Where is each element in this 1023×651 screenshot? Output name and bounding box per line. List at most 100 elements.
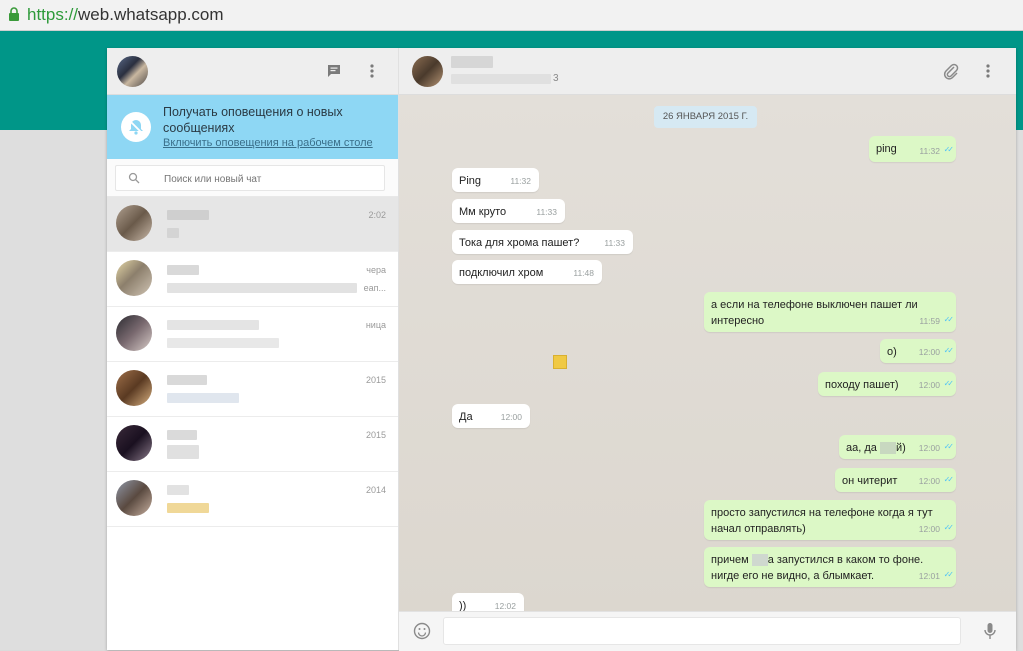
date-chip: 26 ЯНВАРЯ 2015 Г.	[654, 106, 757, 128]
message-text: а если на телефоне выключен пашет ли инт…	[711, 299, 918, 327]
message-input[interactable]	[443, 617, 961, 645]
composer	[399, 611, 1016, 651]
avatar	[116, 315, 152, 351]
message-incoming[interactable]: Мм круто 11:33	[452, 199, 565, 223]
message-time: 11:59	[919, 316, 940, 326]
message-outgoing[interactable]: походу пашет) 12:00 ✓✓	[818, 372, 956, 396]
message-time: 11:32	[919, 146, 940, 156]
contact-name-redacted	[167, 320, 259, 330]
snippet-redacted	[167, 445, 199, 459]
emoji-icon[interactable]	[413, 622, 431, 640]
browser-url-bar[interactable]: https://web.whatsapp.com	[0, 0, 1023, 31]
contact-name-redacted	[167, 375, 207, 385]
message-time: 12:00	[918, 524, 940, 534]
message-outgoing[interactable]: о) 12:00 ✓✓	[880, 339, 956, 363]
contact-avatar[interactable]	[412, 56, 443, 87]
message-text: Тока для хрома пашет?	[459, 237, 580, 249]
url-text[interactable]: https://web.whatsapp.com	[27, 5, 224, 25]
message-text: Мм круто	[459, 206, 507, 218]
avatar	[116, 205, 152, 241]
message-text: он читерит	[842, 475, 898, 487]
snippet-redacted	[167, 503, 209, 513]
message-outgoing[interactable]: он читерит 12:00 ✓✓	[835, 468, 956, 492]
read-ticks-icon: ✓✓	[943, 442, 955, 451]
microphone-icon[interactable]	[983, 622, 997, 640]
chat-snippet: еап...	[363, 283, 386, 293]
chat-item[interactable]: 2015	[107, 362, 398, 417]
redacted-text	[751, 554, 768, 567]
message-time: 12:00	[918, 347, 940, 357]
url-scheme: https://	[27, 5, 79, 24]
message-text: о)	[887, 346, 897, 358]
contact-name-redacted	[167, 430, 197, 440]
read-ticks-icon: ✓✓	[943, 145, 955, 154]
message-incoming[interactable]: Ping 11:32	[452, 168, 539, 192]
chat-item[interactable]: ница	[107, 307, 398, 362]
message-time: 12:00	[918, 476, 940, 486]
my-avatar[interactable]	[117, 56, 148, 87]
notification-title: Получать оповещения о новых сообщениях	[163, 105, 343, 135]
notification-banner: Получать оповещения о новых сообщениях В…	[107, 95, 398, 159]
contact-name-redacted	[167, 485, 189, 495]
conversation-pane: 3 26 ЯНВАРЯ 2015 Г. ping 11:32 ✓✓ Ping 1…	[399, 48, 1016, 651]
message-text: Да	[459, 411, 473, 423]
message-text-part: аа, да	[846, 442, 880, 454]
message-time: 11:48	[573, 268, 594, 278]
attach-icon[interactable]	[942, 62, 960, 80]
chat-time: 2:02	[368, 210, 386, 220]
message-time: 12:00	[500, 412, 522, 422]
enable-notifications-link[interactable]: Включить оповещения на рабочем столе	[163, 137, 373, 149]
left-pane: Получать оповещения о новых сообщениях В…	[107, 48, 399, 650]
snippet-redacted	[167, 393, 239, 403]
message-time: 12:00	[918, 443, 940, 453]
message-time: 12:02	[494, 601, 516, 611]
chat-time: ница	[365, 320, 386, 330]
message-list: 26 ЯНВАРЯ 2015 Г. ping 11:32 ✓✓ Ping 11:…	[399, 95, 1016, 611]
message-incoming[interactable]: Да 12:00	[452, 404, 530, 428]
message-text: ping	[876, 143, 897, 155]
chat-item[interactable]: 2014	[107, 472, 398, 527]
message-time: 11:32	[510, 176, 531, 186]
chat-time: чера	[366, 265, 386, 275]
message-outgoing[interactable]: просто запустился на телефоне когда я ту…	[704, 500, 956, 540]
message-incoming[interactable]: Тока для хрома пашет? 11:33	[452, 230, 633, 254]
contact-name-redacted	[167, 265, 199, 275]
message-time: 12:01	[918, 571, 940, 581]
bell-off-icon	[121, 112, 151, 142]
message-incoming[interactable]: )) 12:02	[452, 593, 524, 611]
new-chat-icon[interactable]	[325, 62, 343, 80]
left-header	[107, 48, 398, 95]
read-ticks-icon: ✓✓	[943, 523, 955, 532]
chat-item[interactable]: 2015	[107, 417, 398, 472]
chat-time: 2014	[365, 485, 386, 495]
chat-item[interactable]: 2:02	[107, 197, 398, 252]
menu-icon[interactable]	[363, 62, 381, 80]
message-text: просто запустился на телефоне когда я ту…	[711, 507, 933, 535]
message-text-part: й)	[895, 442, 906, 454]
conversation-header[interactable]: 3	[399, 48, 1016, 95]
message-outgoing[interactable]: причем а запустился в каком то фоне. ниг…	[704, 547, 956, 587]
search-box[interactable]	[115, 165, 385, 191]
message-incoming[interactable]: подключил хром 11:48	[452, 260, 602, 284]
message-time: 12:00	[918, 380, 940, 390]
message-outgoing[interactable]: а если на телефоне выключен пашет ли инт…	[704, 292, 956, 332]
chat-time: 2015	[365, 430, 386, 440]
message-text: походу пашет)	[825, 379, 899, 391]
read-ticks-icon: ✓✓	[943, 346, 955, 355]
message-text-part: причем	[711, 554, 752, 566]
avatar	[116, 260, 152, 296]
avatar	[116, 425, 152, 461]
read-ticks-icon: ✓✓	[943, 475, 955, 484]
url-host: web.whatsapp.com	[78, 5, 224, 24]
menu-icon[interactable]	[979, 62, 997, 80]
redacted-text	[879, 442, 896, 455]
contact-status-suffix: 3	[553, 73, 559, 84]
contact-name-redacted	[167, 210, 209, 220]
message-outgoing[interactable]: ping 11:32 ✓✓	[869, 136, 956, 162]
avatar	[116, 480, 152, 516]
search-input[interactable]	[162, 169, 376, 189]
message-outgoing[interactable]: аа, да й) 12:00 ✓✓	[839, 435, 956, 459]
chat-item[interactable]: чера еап...	[107, 252, 398, 307]
read-ticks-icon: ✓✓	[943, 570, 955, 579]
message-time: 11:33	[604, 238, 625, 248]
